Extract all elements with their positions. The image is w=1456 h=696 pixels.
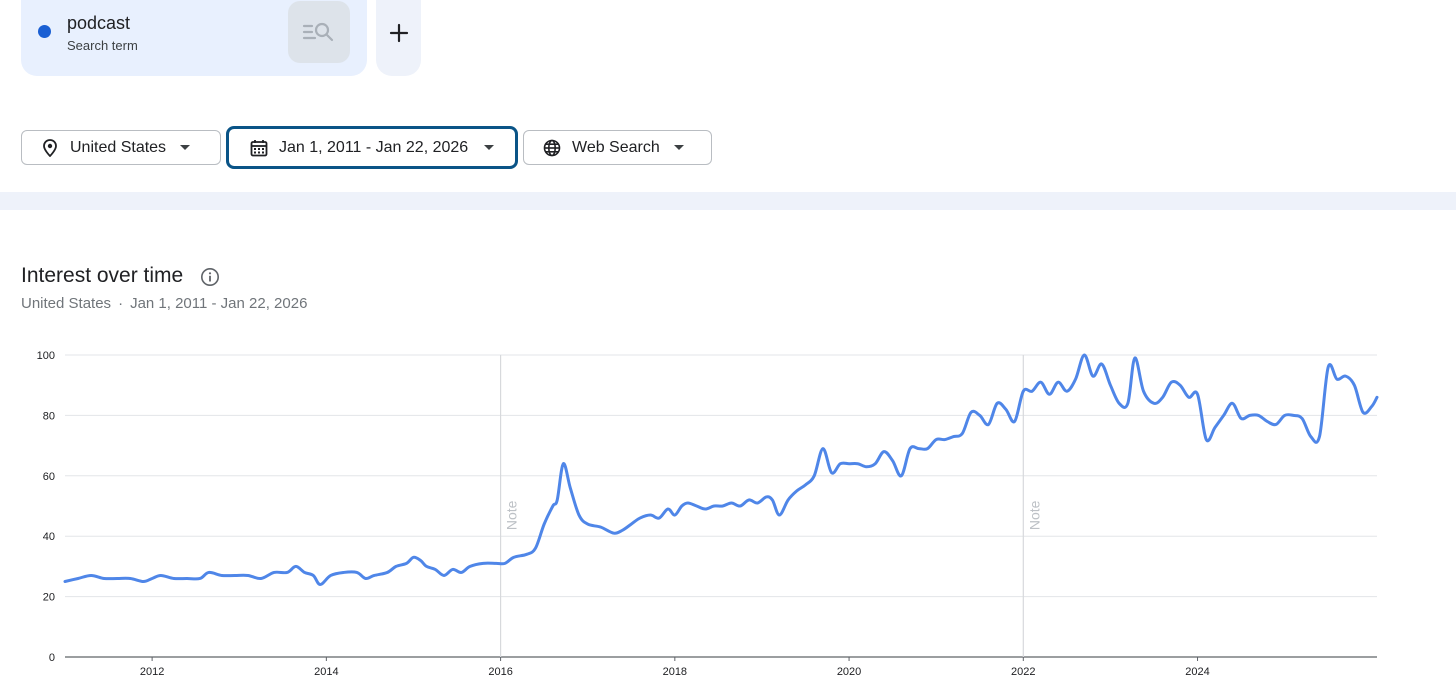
plus-icon <box>389 23 408 43</box>
section-divider <box>0 192 1456 210</box>
section-title: Interest over time <box>21 264 184 287</box>
term-type: Search term <box>67 38 138 53</box>
calendar-icon <box>249 138 269 158</box>
date-range-filter[interactable]: Jan 1, 2011 - Jan 22, 2026 <box>226 126 518 169</box>
section-subtitle: United States · Jan 1, 2011 - Jan 22, 2026 <box>21 295 307 312</box>
series-line <box>63 353 1379 587</box>
x-tick-label: 2014 <box>314 666 338 678</box>
y-tick-label: 0 <box>49 652 55 664</box>
subtitle-region: United States <box>21 295 112 312</box>
chevron-down-icon <box>484 145 495 150</box>
region-filter[interactable]: United States <box>21 130 221 165</box>
search-term-card[interactable]: podcast Search term <box>21 0 367 76</box>
chevron-down-icon <box>673 145 684 150</box>
subtitle-dates: Jan 1, 2011 - Jan 22, 2026 <box>130 295 308 312</box>
y-tick-label: 40 <box>43 531 55 543</box>
chevron-down-icon <box>180 145 191 150</box>
y-tick-label: 80 <box>43 410 55 422</box>
y-tick-label: 60 <box>43 471 55 483</box>
subtitle-separator: · <box>118 295 124 312</box>
x-tick-label: 2020 <box>837 666 861 678</box>
info-icon[interactable] <box>200 267 220 287</box>
interest-over-time-chart: 0 20 40 60 80 100 2012 2014 2016 2018 2020 2022 2024… <box>37 350 1379 678</box>
x-tick-label: 2024 <box>1185 666 1209 678</box>
property-label: Web Search <box>572 138 660 156</box>
date-range-label: Jan 1, 2011 - Jan 22, 2026 <box>279 138 469 156</box>
x-tick-label: 2022 <box>1011 666 1035 678</box>
note-label: Note <box>1026 500 1042 530</box>
location-pin-icon <box>40 138 60 158</box>
search-list-icon[interactable] <box>288 1 350 63</box>
x-tick-label: 2018 <box>663 666 687 678</box>
y-tick-label: 20 <box>43 592 55 604</box>
property-filter[interactable]: Web Search <box>523 130 712 165</box>
term-color-dot <box>38 25 51 38</box>
region-label: United States <box>70 138 167 156</box>
globe-icon <box>542 138 562 158</box>
y-tick-label: 100 <box>37 350 55 362</box>
note-label: Note <box>504 500 520 530</box>
x-tick-label: 2012 <box>140 666 164 678</box>
x-tick-label: 2016 <box>488 666 512 678</box>
add-term-button[interactable] <box>376 0 421 76</box>
term-name: podcast <box>67 13 131 33</box>
